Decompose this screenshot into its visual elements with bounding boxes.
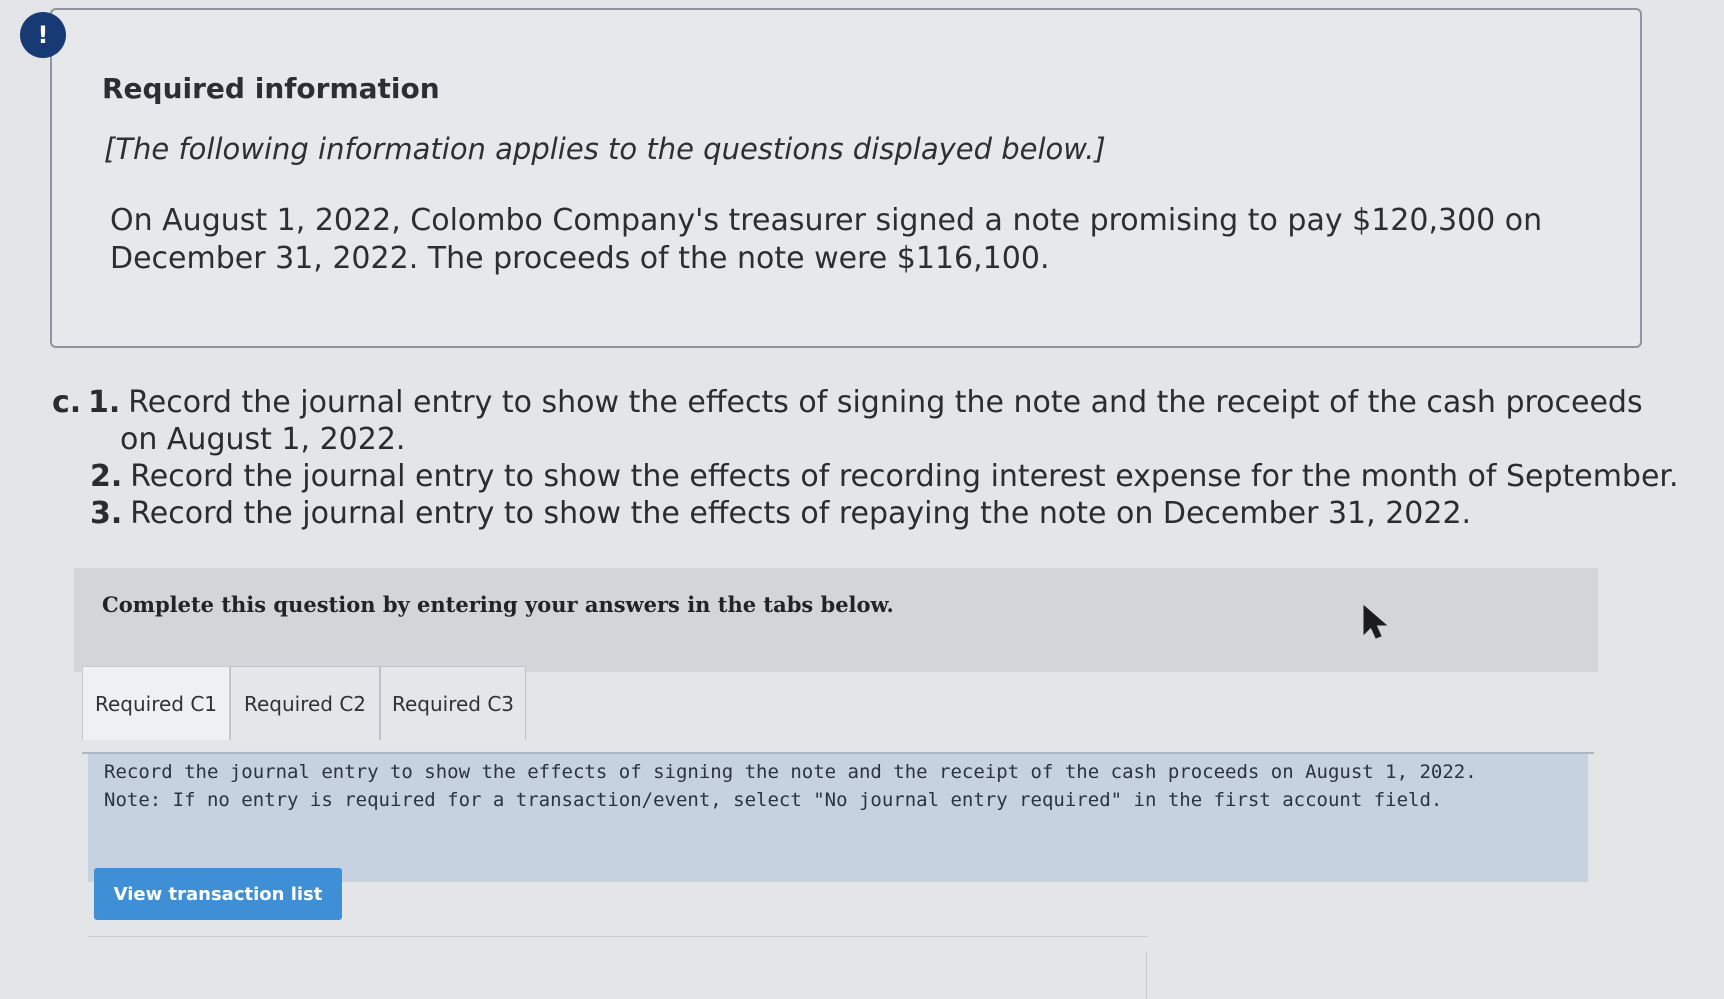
tab-bar: Required C1 Required C2 Required C3	[82, 666, 526, 742]
info-body-line-2: December 31, 2022. The proceeds of the n…	[110, 241, 1050, 276]
question-item-3: 3. Record the journal entry to show the e…	[52, 495, 1672, 532]
mouse-cursor-icon	[1363, 604, 1388, 639]
divider-vertical	[1146, 952, 1147, 999]
exclamation-icon: !	[20, 12, 66, 58]
panel-instruction-line: Record the journal entry to show the eff…	[104, 761, 1477, 783]
view-transaction-list-button[interactable]: View transaction list	[94, 868, 342, 920]
question-text: Record the journal entry to show the eff…	[130, 496, 1472, 531]
required-information-box: Required information [The following info…	[50, 8, 1642, 348]
panel-note-line: Note: If no entry is required for a tran…	[104, 789, 1443, 811]
info-body-line-1: On August 1, 2022, Colombo Company's tre…	[110, 203, 1543, 238]
exclamation-glyph: !	[37, 21, 49, 49]
question-part-label: c.	[52, 385, 82, 420]
question-item-2: 2. Record the journal entry to show the e…	[52, 458, 1679, 495]
question-list: c. 1. Record the journal entry to show the…	[52, 384, 1679, 532]
instructions-text: Complete this question by entering your …	[102, 592, 894, 617]
question-number: 3.	[90, 496, 123, 531]
divider	[88, 936, 1148, 937]
info-body: On August 1, 2022, Colombo Company's tre…	[110, 202, 1610, 278]
tab-required-c2[interactable]: Required C2	[230, 666, 380, 740]
question-number: 1.	[88, 385, 121, 420]
tab-required-c3[interactable]: Required C3	[380, 666, 526, 740]
question-text: Record the journal entry to show the eff…	[128, 385, 1643, 420]
tab-panel-instructions: Record the journal entry to show the eff…	[88, 754, 1588, 882]
question-item-1: c. 1. Record the journal entry to show the…	[52, 384, 1672, 421]
panel-text: Record the journal entry to show the eff…	[104, 758, 1564, 814]
question-number: 2.	[90, 459, 123, 494]
required-information-title: Required information	[102, 72, 440, 105]
question-text: Record the journal entry to show the eff…	[130, 459, 1679, 494]
info-applies-note: [The following information applies to th…	[104, 132, 1106, 166]
question-item-1-continuation: on August 1, 2022.	[120, 422, 406, 457]
tab-required-c1[interactable]: Required C1	[82, 666, 230, 740]
